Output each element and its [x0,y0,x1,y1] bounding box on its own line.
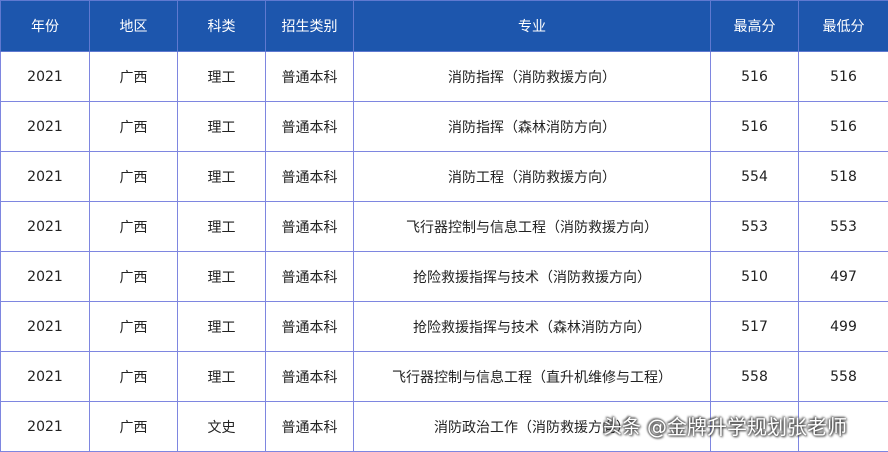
table-body: 2021广西理工普通本科消防指挥（消防救援方向）5165162021广西理工普通… [1,52,888,452]
cell-admission-category: 普通本科 [266,402,354,452]
header-major: 专业 [354,1,711,52]
cell-min-score: 516 [799,102,888,152]
cell-region: 广西 [90,252,178,302]
table-row: 2021广西理工普通本科抢险救援指挥与技术（森林消防方向）517499 [1,302,888,352]
cell-year: 2021 [1,52,90,102]
admission-scores-table: 年份 地区 科类 招生类别 专业 最高分 最低分 2021广西理工普通本科消防指… [0,0,888,452]
table-row: 2021广西理工普通本科消防指挥（消防救援方向）516516 [1,52,888,102]
cell-admission-category: 普通本科 [266,302,354,352]
cell-admission-category: 普通本科 [266,252,354,302]
cell-max-score: 558 [711,352,799,402]
cell-admission-category: 普通本科 [266,102,354,152]
cell-min-score: 516 [799,52,888,102]
cell-subject-type: 文史 [178,402,266,452]
cell-major: 飞行器控制与信息工程（消防救援方向） [354,202,711,252]
cell-year: 2021 [1,202,90,252]
cell-year: 2021 [1,252,90,302]
cell-min-score [799,402,888,452]
table-header-row: 年份 地区 科类 招生类别 专业 最高分 最低分 [1,1,888,52]
cell-region: 广西 [90,352,178,402]
cell-max-score: 553 [711,202,799,252]
cell-year: 2021 [1,302,90,352]
cell-max-score [711,402,799,452]
cell-year: 2021 [1,102,90,152]
cell-region: 广西 [90,202,178,252]
header-subject-type: 科类 [178,1,266,52]
cell-max-score: 516 [711,52,799,102]
table-row: 2021广西理工普通本科飞行器控制与信息工程（直升机维修与工程）558558 [1,352,888,402]
cell-subject-type: 理工 [178,152,266,202]
cell-max-score: 554 [711,152,799,202]
table-row: 2021广西文史普通本科消防政治工作（消防救援方向） [1,402,888,452]
cell-major: 抢险救援指挥与技术（消防救援方向） [354,252,711,302]
cell-admission-category: 普通本科 [266,202,354,252]
cell-min-score: 558 [799,352,888,402]
cell-admission-category: 普通本科 [266,52,354,102]
cell-major: 飞行器控制与信息工程（直升机维修与工程） [354,352,711,402]
cell-subject-type: 理工 [178,102,266,152]
cell-region: 广西 [90,102,178,152]
cell-subject-type: 理工 [178,352,266,402]
cell-admission-category: 普通本科 [266,352,354,402]
cell-subject-type: 理工 [178,252,266,302]
cell-year: 2021 [1,402,90,452]
header-min-score: 最低分 [799,1,888,52]
cell-min-score: 553 [799,202,888,252]
table-row: 2021广西理工普通本科消防指挥（森林消防方向）516516 [1,102,888,152]
cell-max-score: 510 [711,252,799,302]
table-row: 2021广西理工普通本科飞行器控制与信息工程（消防救援方向）553553 [1,202,888,252]
cell-major: 消防工程（消防救援方向） [354,152,711,202]
cell-major: 消防政治工作（消防救援方向） [354,402,711,452]
table-row: 2021广西理工普通本科抢险救援指挥与技术（消防救援方向）510497 [1,252,888,302]
cell-max-score: 516 [711,102,799,152]
cell-year: 2021 [1,152,90,202]
header-region: 地区 [90,1,178,52]
cell-major: 消防指挥（消防救援方向） [354,52,711,102]
cell-major: 消防指挥（森林消防方向） [354,102,711,152]
header-year: 年份 [1,1,90,52]
cell-admission-category: 普通本科 [266,152,354,202]
cell-min-score: 497 [799,252,888,302]
cell-min-score: 499 [799,302,888,352]
cell-subject-type: 理工 [178,52,266,102]
header-max-score: 最高分 [711,1,799,52]
cell-year: 2021 [1,352,90,402]
cell-major: 抢险救援指挥与技术（森林消防方向） [354,302,711,352]
cell-region: 广西 [90,402,178,452]
cell-region: 广西 [90,302,178,352]
cell-subject-type: 理工 [178,302,266,352]
cell-min-score: 518 [799,152,888,202]
table-row: 2021广西理工普通本科消防工程（消防救援方向）554518 [1,152,888,202]
cell-region: 广西 [90,52,178,102]
cell-region: 广西 [90,152,178,202]
header-admission-category: 招生类别 [266,1,354,52]
cell-subject-type: 理工 [178,202,266,252]
cell-max-score: 517 [711,302,799,352]
